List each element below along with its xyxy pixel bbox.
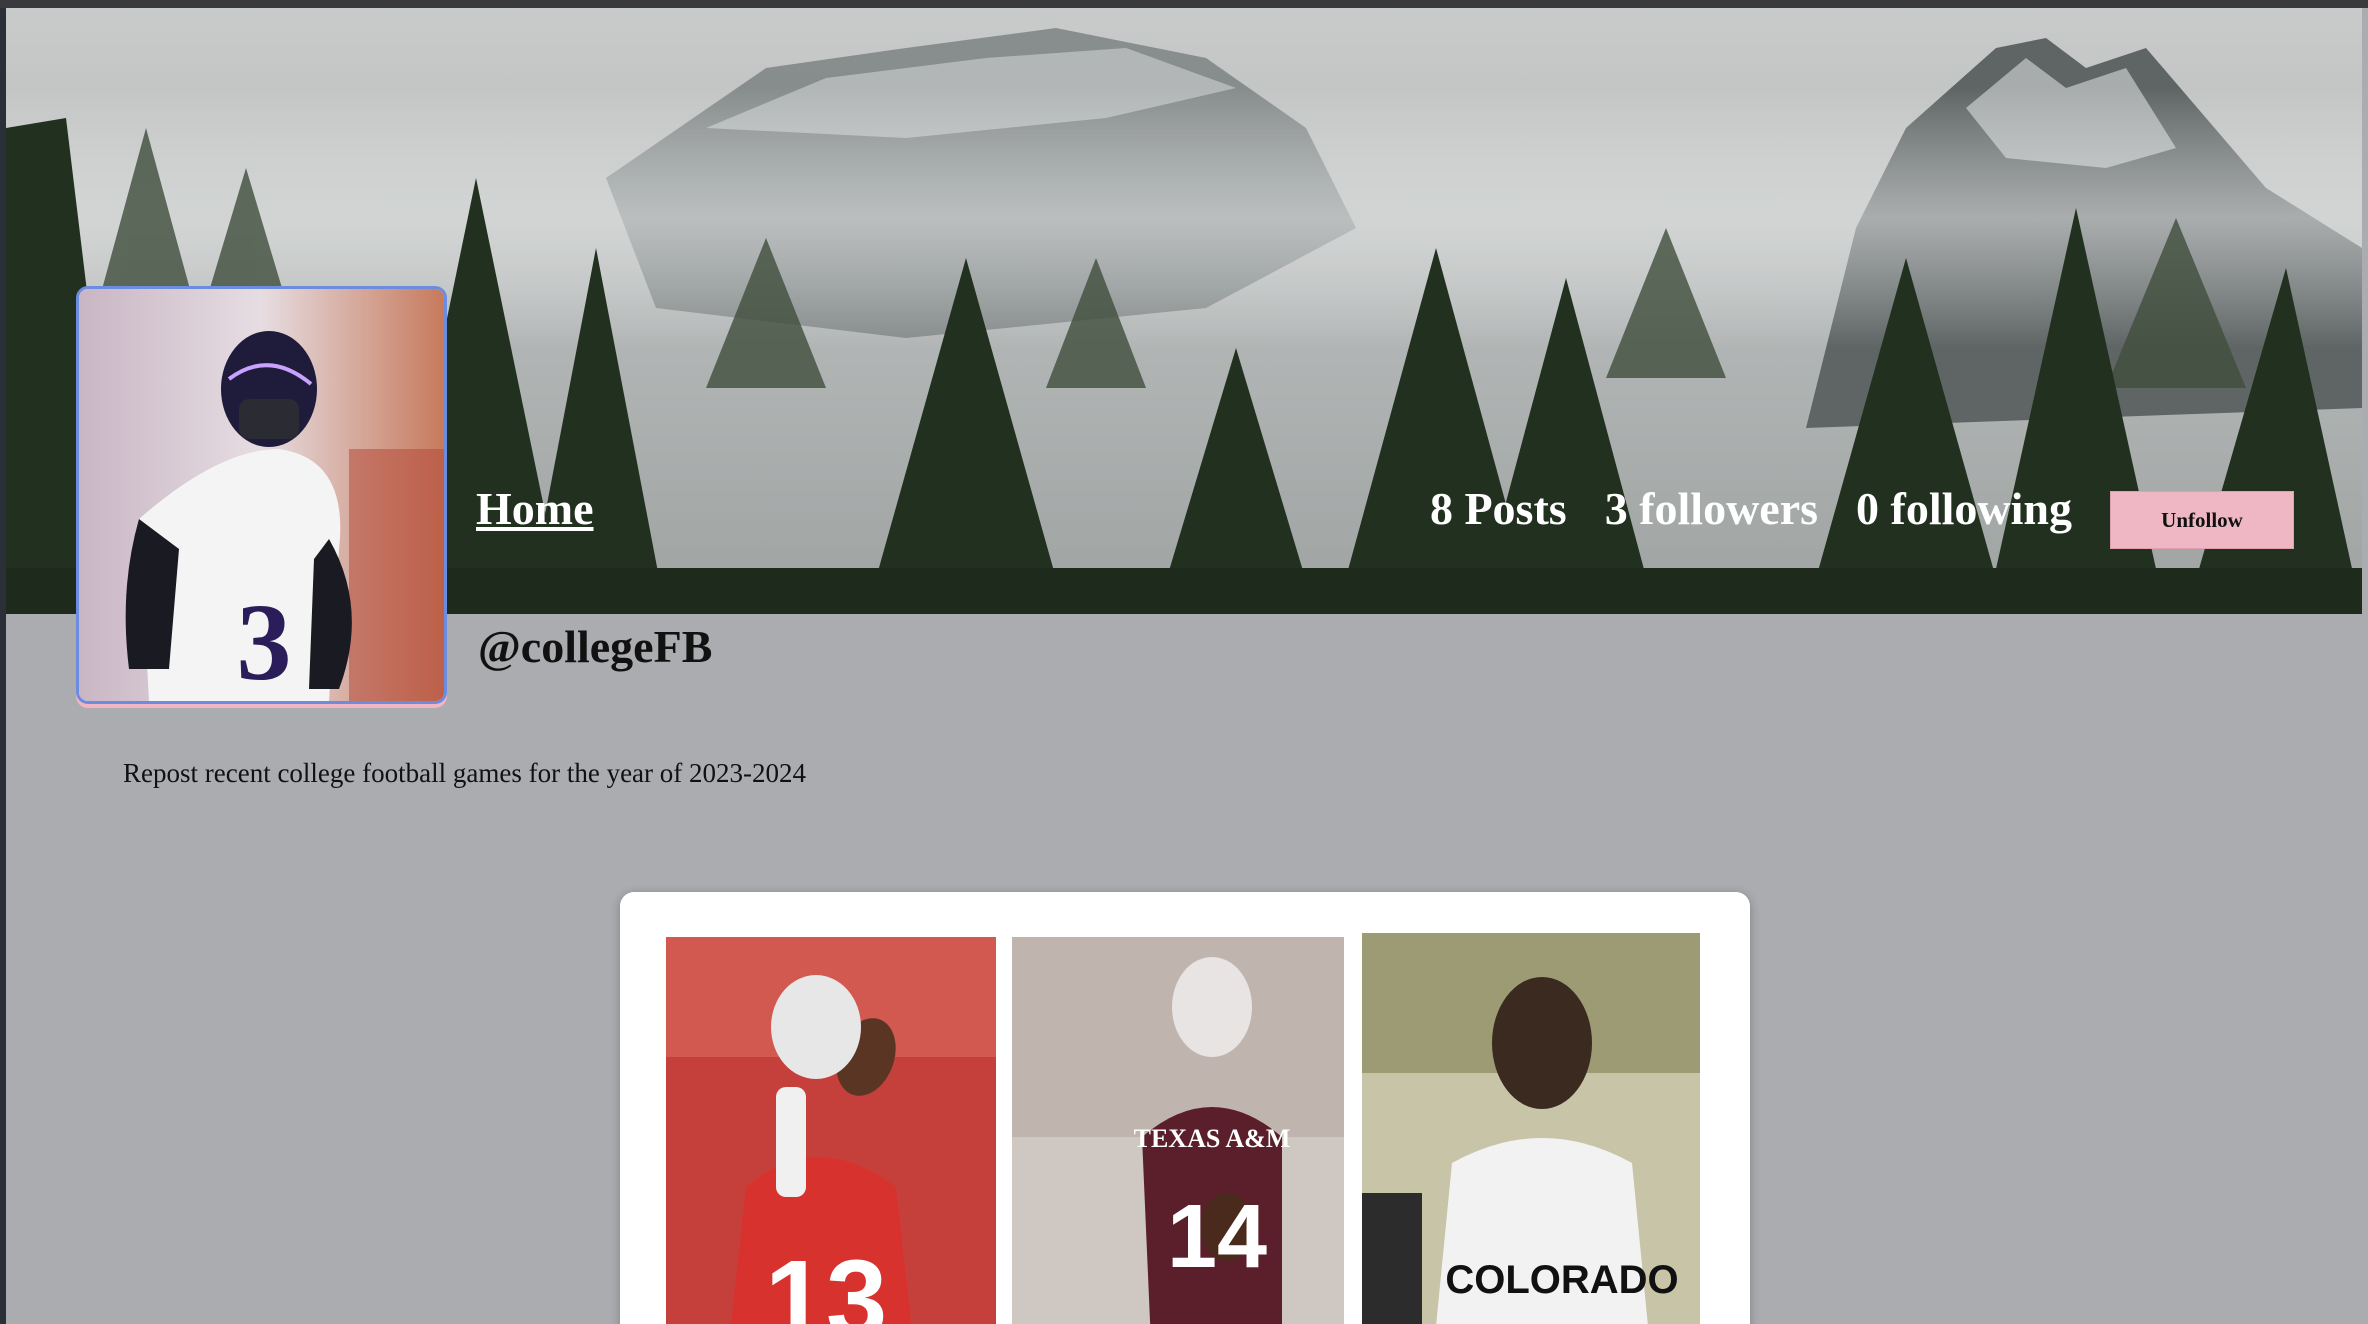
- profile-stats: 8 Posts 3 followers 0 following: [1430, 482, 2072, 535]
- svg-text:3: 3: [237, 581, 292, 701]
- unfollow-button[interactable]: Unfollow: [2110, 491, 2294, 549]
- profile-bio: Repost recent college football games for…: [123, 758, 807, 788]
- jersey-number: 14: [1167, 1187, 1267, 1287]
- jersey-team-text: TEXAS A&M: [1134, 1124, 1291, 1153]
- posts-count[interactable]: 8 Posts: [1430, 482, 1567, 535]
- window-top-bar: [0, 0, 2368, 8]
- texas-am-player-image: TEXAS A&M 14: [1012, 937, 1344, 1324]
- profile-page: 3 Home 8 Posts 3 followers 0 following U…: [0, 0, 2368, 1324]
- following-count[interactable]: 0 following: [1856, 482, 2072, 535]
- football-player-avatar-image: 3: [79, 289, 444, 701]
- post-thumbnail[interactable]: COLORADO: [1362, 933, 1700, 1324]
- posts-grid: 13 TEXAS A&M 14 COLORADO: [620, 892, 1750, 1324]
- post-thumbnail[interactable]: TEXAS A&M 14: [1012, 937, 1344, 1324]
- profile-username: @collegeFB: [478, 621, 713, 672]
- jersey-number: 13: [765, 1238, 887, 1324]
- jersey-team-text: COLORADO: [1445, 1258, 1678, 1302]
- home-link[interactable]: Home: [476, 482, 594, 535]
- post-thumbnail[interactable]: 13: [666, 937, 996, 1324]
- ohio-state-player-image: 13: [666, 937, 996, 1324]
- profile-avatar[interactable]: 3: [76, 286, 447, 704]
- followers-count[interactable]: 3 followers: [1605, 482, 1818, 535]
- colorado-player-image: COLORADO: [1362, 933, 1700, 1324]
